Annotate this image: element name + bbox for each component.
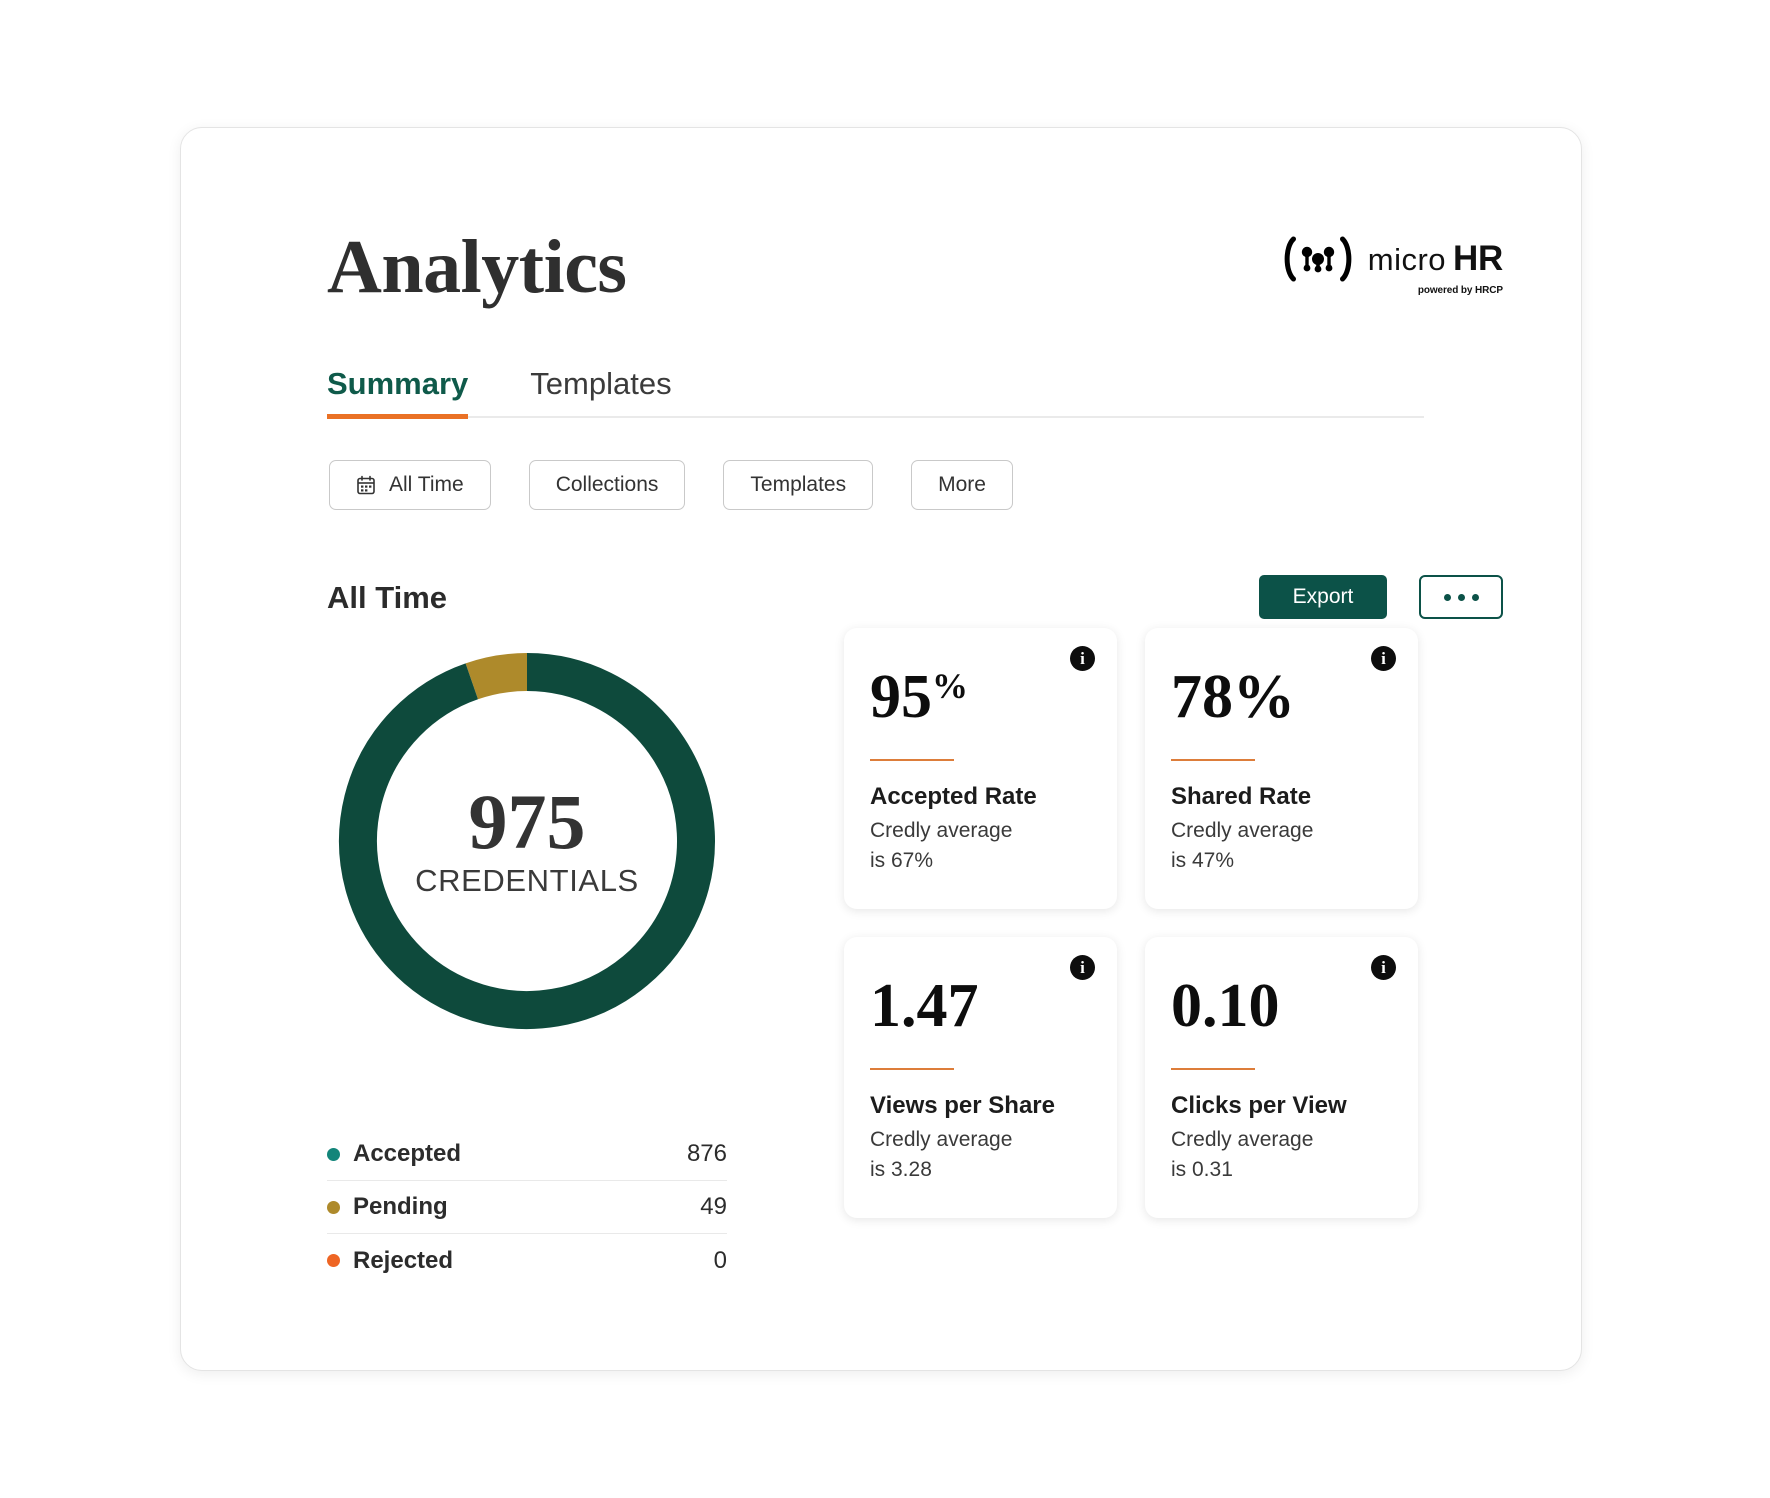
legend-value-pending: 49 (700, 1193, 727, 1220)
stat-card-number: 0.10 (1171, 972, 1280, 1040)
legend-dot-pending-icon (327, 1200, 340, 1214)
stat-card-shared-rate: i 78% Shared Rate Credly average is 47% (1145, 628, 1418, 909)
credentials-donut-chart: 975 CREDENTIALS (321, 635, 733, 1047)
stat-card-divider (1171, 1068, 1255, 1070)
section-actions: Export (1259, 575, 1503, 619)
ellipsis-dot-icon (1443, 593, 1451, 601)
legend-dot-accepted-icon (327, 1147, 340, 1161)
stat-card-title: Shared Rate (1171, 783, 1312, 810)
filter-all-time-label: All Time (389, 473, 464, 496)
stat-card-accepted-rate: i 95 % Accepted Rate Credly average is 6… (844, 628, 1117, 909)
filter-all-time-button[interactable]: All Time (329, 460, 491, 510)
legend-value-rejected: 0 (713, 1246, 727, 1274)
donut-segment-pending (465, 653, 528, 700)
stat-card-subtitle-line1: Credly average (1171, 1128, 1314, 1151)
legend-label-rejected: Rejected (353, 1246, 454, 1274)
stat-card-divider (870, 759, 954, 761)
stat-card-divider (870, 1068, 954, 1070)
brand-logo: micro HR powered by HRCP (1280, 235, 1504, 296)
info-icon[interactable]: i (1070, 955, 1095, 980)
filter-collections-label: Collections (555, 473, 659, 496)
brand-wordmark: micro HR powered by HRCP (1367, 239, 1504, 296)
legend-item-rejected: Rejected 0 (327, 1234, 727, 1287)
stat-card-number: 78% (1171, 663, 1295, 731)
legend-label-pending: Pending (353, 1193, 448, 1220)
micro-hr-logo-icon (1284, 236, 1352, 282)
brand-hr-text: HR (1453, 239, 1503, 278)
stat-card-subtitle-line2: is 47% (1171, 849, 1235, 872)
stat-card-title: Accepted Rate (870, 783, 1037, 810)
stat-card-value: 95 % (870, 666, 1091, 728)
stat-card-subtitle-line1: Credly average (870, 1128, 1013, 1151)
tab-bar: Summary Templates (327, 360, 1424, 419)
donut-legend: Accepted 876 Pending 49 Rejected 0 (327, 1128, 727, 1287)
donut-segment-accepted (339, 653, 715, 1029)
stat-card-views-per-share: i 1.47 Views per Share Credly average is… (844, 937, 1117, 1218)
screen: Analytics micro HR powered by HRCP Summa… (0, 0, 1770, 1498)
section-title: All Time (327, 580, 448, 615)
calendar-icon (357, 475, 375, 495)
stat-card-subtitle-line2: is 67% (870, 849, 934, 872)
legend-dot-rejected-icon (327, 1254, 340, 1267)
stat-card-subtitle-line2: is 3.28 (870, 1158, 932, 1181)
info-icon[interactable]: i (1371, 646, 1396, 671)
stat-card-subtitle-line2: is 0.31 (1171, 1158, 1233, 1181)
info-icon[interactable]: i (1371, 955, 1396, 980)
tab-summary[interactable]: Summary (327, 366, 469, 419)
stat-card-grid: i 95 % Accepted Rate Credly average is 6… (844, 628, 1418, 1218)
legend-value-accepted: 876 (686, 1140, 727, 1167)
stat-card-title: Views per Share (870, 1092, 1055, 1119)
donut-svg (339, 653, 715, 1029)
stat-card-value: 1.47 (870, 975, 1091, 1037)
filter-more-button[interactable]: More (911, 460, 1013, 510)
stat-card-number: 1.47 (870, 972, 979, 1040)
filter-templates-button[interactable]: Templates (723, 460, 874, 510)
ellipsis-dot-icon (1471, 593, 1479, 601)
stat-card-title: Clicks per View (1171, 1092, 1347, 1119)
filter-templates-label: Templates (750, 473, 847, 496)
info-icon[interactable]: i (1070, 646, 1095, 671)
filter-bar: All Time Collections Templates More (329, 460, 1013, 510)
stat-card-subtitle-line1: Credly average (870, 819, 1013, 842)
analytics-panel: Analytics micro HR powered by HRCP Summa… (180, 127, 1582, 1371)
brand-micro-text: micro (1367, 242, 1447, 277)
legend-item-pending: Pending 49 (327, 1181, 727, 1234)
stat-card-clicks-per-view: i 0.10 Clicks per View Credly average is… (1145, 937, 1418, 1218)
ellipsis-dot-icon (1457, 593, 1465, 601)
legend-label-accepted: Accepted (353, 1140, 462, 1167)
filter-more-label: More (938, 473, 986, 496)
stat-card-value: 0.10 (1171, 975, 1392, 1037)
filter-collections-button[interactable]: Collections (528, 460, 686, 510)
more-options-button[interactable] (1419, 575, 1503, 619)
legend-item-accepted: Accepted 876 (327, 1128, 727, 1181)
stat-card-number: 95 (870, 663, 932, 731)
stat-card-suffix: % (932, 666, 968, 706)
stat-card-divider (1171, 759, 1255, 761)
stat-card-value: 78% (1171, 666, 1392, 728)
stat-card-subtitle-line1: Credly average (1171, 819, 1314, 842)
page-title: Analytics (327, 225, 627, 309)
tab-templates[interactable]: Templates (530, 366, 671, 419)
export-button[interactable]: Export (1259, 575, 1387, 619)
brand-powered-by-text: powered by HRCP (1417, 285, 1503, 296)
